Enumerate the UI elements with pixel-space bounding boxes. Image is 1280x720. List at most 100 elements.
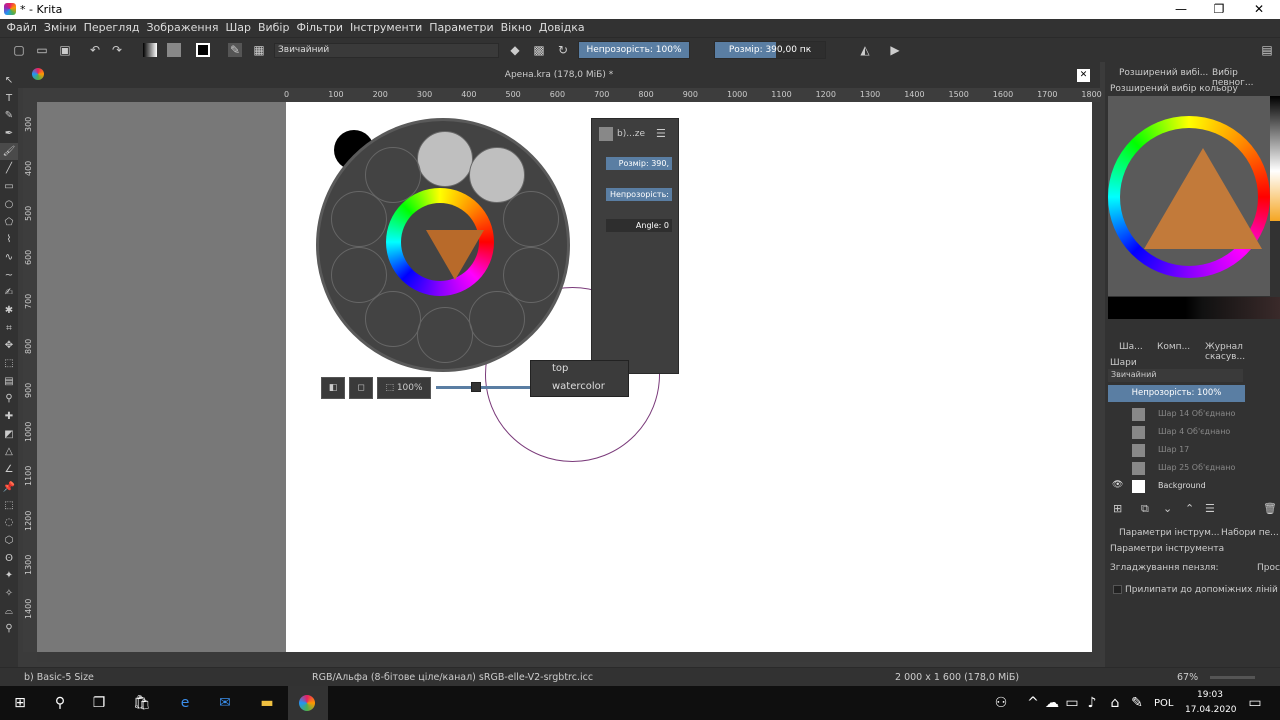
workspace-icon[interactable]: ▤ bbox=[1260, 43, 1274, 57]
battery-icon[interactable]: ▭ bbox=[1063, 694, 1081, 712]
fg-bg-color-icon[interactable] bbox=[196, 43, 210, 57]
windows-start-icon[interactable]: ⊞ bbox=[11, 694, 29, 712]
dynamic-brush-icon[interactable]: ✍ bbox=[0, 284, 18, 302]
opacity-slider[interactable]: Непрозорість: 100% bbox=[578, 41, 690, 59]
clock-time[interactable]: 19:03 bbox=[1197, 690, 1223, 700]
delete-layer-icon[interactable]: 🗑 bbox=[1263, 502, 1277, 515]
brush-size-slider[interactable]: Розмір: 390, bbox=[606, 157, 672, 170]
polygon-select-icon[interactable]: ⬡ bbox=[0, 532, 18, 550]
network-icon[interactable]: ⌂ bbox=[1106, 694, 1124, 712]
layer-row[interactable]: Шар 25 Об'єднано bbox=[1110, 460, 1280, 478]
open-folder-icon[interactable]: ▭ bbox=[35, 43, 49, 57]
close-button[interactable]: ✕ bbox=[1244, 2, 1274, 16]
brush-opacity-slider[interactable]: Непрозорість: bbox=[606, 188, 672, 201]
tab-layers[interactable]: Ша... bbox=[1119, 342, 1143, 352]
shade-selector[interactable] bbox=[1108, 297, 1280, 319]
move-layer-down-icon[interactable]: ⌄ bbox=[1163, 502, 1172, 515]
similar-select-icon[interactable]: ✧ bbox=[0, 585, 18, 603]
freehand-brush-icon[interactable]: 🖌 bbox=[0, 142, 18, 161]
brush-angle-slider[interactable]: Angle: 0 bbox=[606, 219, 672, 232]
grid-presets-icon[interactable]: ▦ bbox=[252, 43, 266, 57]
new-document-icon[interactable]: ▢ bbox=[12, 43, 26, 57]
layer-opacity-slider[interactable]: Непрозорість: 100% bbox=[1108, 385, 1245, 402]
move-tool-icon[interactable]: ✥ bbox=[0, 337, 18, 355]
clock-date[interactable]: 17.04.2020 bbox=[1185, 705, 1237, 715]
reference-tool-icon[interactable]: 📌 bbox=[0, 479, 18, 497]
tag-item-watercolor[interactable]: watercolor bbox=[531, 379, 628, 397]
color-history-strip[interactable] bbox=[1270, 96, 1280, 221]
reload-preset-icon[interactable]: ↻ bbox=[556, 43, 570, 57]
volume-icon[interactable]: ♪ bbox=[1083, 694, 1101, 712]
menu-help[interactable]: Довідка bbox=[535, 19, 588, 36]
layer-row[interactable]: Шар 14 Об'єднано bbox=[1110, 406, 1280, 424]
close-document-button[interactable]: ✕ bbox=[1077, 69, 1090, 82]
brush-settings-icon[interactable]: ☰ bbox=[656, 127, 666, 140]
gradient-icon[interactable] bbox=[143, 43, 157, 57]
preset-slot[interactable] bbox=[417, 307, 473, 363]
color-picker-icon[interactable]: ⚲ bbox=[0, 390, 18, 408]
bezier-select-icon[interactable]: ⌓ bbox=[0, 603, 18, 621]
measure-tool-icon[interactable]: ∠ bbox=[0, 461, 18, 479]
menu-layer[interactable]: Шар bbox=[222, 19, 255, 36]
add-layer-icon[interactable]: ⊞ bbox=[1113, 502, 1122, 515]
rect-select-icon[interactable]: ⬚ bbox=[0, 497, 18, 515]
horizontal-scrollbar[interactable] bbox=[37, 652, 1100, 662]
preset-slot[interactable] bbox=[331, 191, 387, 247]
text-tool-icon[interactable]: T bbox=[0, 90, 18, 108]
size-slider[interactable]: Розмір: 390,00 пк bbox=[714, 41, 826, 59]
notification-icon[interactable]: ▭ bbox=[1246, 694, 1264, 712]
rectangle-tool-icon[interactable]: ▭ bbox=[0, 178, 18, 196]
menu-window[interactable]: Вікно bbox=[497, 19, 535, 36]
smart-patch-icon[interactable]: ✚ bbox=[0, 408, 18, 426]
palette-color-triangle[interactable] bbox=[426, 230, 484, 280]
eraser-icon[interactable]: ◆ bbox=[508, 43, 522, 57]
edge-icon[interactable]: e bbox=[176, 694, 194, 712]
layer-blend-select[interactable]: Звичайний bbox=[1108, 369, 1243, 382]
smoothing-select[interactable]: Прост bbox=[1257, 563, 1280, 573]
pattern-icon[interactable] bbox=[167, 43, 181, 57]
tray-chevron-icon[interactable]: ^ bbox=[1024, 694, 1042, 712]
tab-advanced-color[interactable]: Розширений вибі... bbox=[1119, 68, 1208, 78]
visibility-eye-icon[interactable]: 👁 bbox=[1112, 480, 1123, 490]
onedrive-icon[interactable]: ☁ bbox=[1043, 694, 1061, 712]
preset-slot[interactable] bbox=[469, 291, 525, 347]
preset-slot[interactable] bbox=[417, 131, 473, 187]
input-language[interactable]: POL bbox=[1154, 698, 1173, 709]
vertical-scrollbar[interactable] bbox=[1092, 102, 1100, 652]
palette-zoom-button[interactable]: ⬚ 100% bbox=[377, 377, 431, 399]
preset-slot[interactable] bbox=[365, 291, 421, 347]
snap-checkbox[interactable] bbox=[1113, 585, 1122, 594]
crop-tool-icon[interactable]: ⌗ bbox=[0, 320, 18, 338]
menu-file[interactable]: Файл bbox=[3, 19, 40, 36]
multibrush-icon[interactable]: ✱ bbox=[0, 302, 18, 320]
dock-color-triangle[interactable] bbox=[1144, 148, 1262, 249]
tab-undo-history[interactable]: Журнал скасув... bbox=[1205, 342, 1280, 362]
menu-select[interactable]: Вибір bbox=[254, 19, 293, 36]
fill-tool-icon[interactable]: ◩ bbox=[0, 426, 18, 444]
status-colorspace[interactable]: RGB/Альфа (8-бітове ціле/канал) sRGB-ell… bbox=[312, 672, 593, 683]
file-explorer-icon[interactable]: ▬ bbox=[258, 694, 276, 712]
brush-preset-icon[interactable]: ✎ bbox=[228, 43, 242, 57]
menu-filter[interactable]: Фільтри bbox=[293, 19, 347, 36]
polyline-tool-icon[interactable]: ⌇ bbox=[0, 231, 18, 249]
bezier-tool-icon[interactable]: ∿ bbox=[0, 249, 18, 267]
task-view-icon[interactable]: ❐ bbox=[90, 694, 108, 712]
pen-icon[interactable]: ✎ bbox=[1128, 694, 1146, 712]
move-layer-up-icon[interactable]: ⌃ bbox=[1185, 502, 1194, 515]
vertical-ruler[interactable]: 300 400 500 600 700 800 900 1000 1100 1200 1300 140… bbox=[23, 102, 37, 652]
transform-tool-icon[interactable]: ⬚ bbox=[0, 355, 18, 373]
tab-tool-options[interactable]: Параметри інструм... bbox=[1119, 528, 1220, 538]
mirror-horizontal-icon[interactable]: ◭ bbox=[858, 43, 872, 57]
tab-brush-sets[interactable]: Набори пе... bbox=[1221, 528, 1279, 538]
blend-mode-select[interactable]: Звичайний bbox=[274, 43, 499, 58]
palette-color-wheel[interactable] bbox=[386, 188, 494, 296]
line-tool-icon[interactable]: ╱ bbox=[0, 160, 18, 178]
freehand-path-icon[interactable]: ~ bbox=[0, 267, 18, 285]
store-icon[interactable]: 🛍 bbox=[133, 694, 151, 712]
layer-row-background[interactable]: 👁 Background bbox=[1110, 478, 1280, 496]
select-tool-icon[interactable]: ↖ bbox=[0, 72, 18, 90]
minimize-button[interactable]: — bbox=[1166, 2, 1196, 16]
zoom-tool-icon[interactable]: ⚲ bbox=[0, 620, 18, 638]
redo-icon[interactable]: ↷ bbox=[110, 43, 124, 57]
duplicate-layer-icon[interactable]: ⧉ bbox=[1141, 502, 1149, 516]
